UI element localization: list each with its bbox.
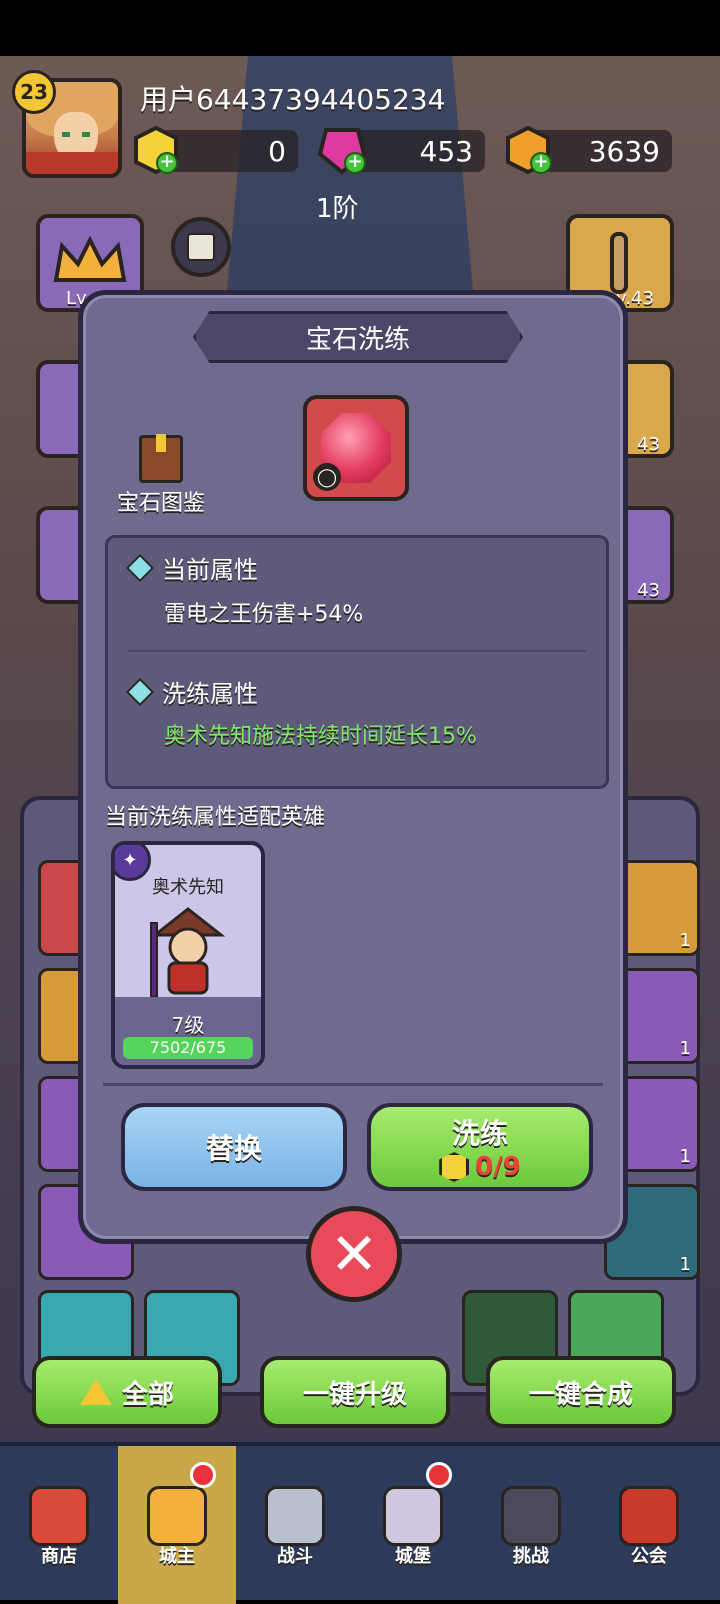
current-attribute-value: 雷电之王伤害+54% bbox=[164, 602, 364, 627]
merge-all-button[interactable]: 一键合成 bbox=[486, 1356, 676, 1428]
add-gold-button[interactable]: + bbox=[530, 152, 552, 174]
refine-attribute-title: 洗练属性 bbox=[162, 680, 258, 708]
close-button[interactable]: ✕ bbox=[306, 1206, 402, 1302]
add-coin-button[interactable]: + bbox=[156, 152, 178, 174]
inventory-count: 1 bbox=[679, 1038, 691, 1059]
nav-shop-label: 商店 bbox=[41, 1546, 77, 1567]
close-icon: ✕ bbox=[329, 1220, 379, 1288]
filter-all-button[interactable]: 全部 bbox=[32, 1356, 222, 1428]
refine-button-label: 洗练 bbox=[451, 1117, 508, 1150]
gem-codex-button[interactable]: 宝石图鉴 bbox=[111, 434, 211, 516]
nav-castle-label: 城堡 bbox=[395, 1546, 431, 1567]
dialog-title: 宝石洗练 bbox=[193, 311, 523, 363]
player-username: 用户64437394405234 bbox=[140, 83, 446, 116]
notification-dot bbox=[190, 1462, 216, 1488]
inventory-count: 1 bbox=[679, 1146, 691, 1167]
current-attribute-title: 当前属性 bbox=[162, 556, 258, 584]
guild-banner-icon bbox=[619, 1486, 679, 1546]
inventory-count: 1 bbox=[679, 930, 691, 951]
refine-cost-text: 0/9 bbox=[475, 1152, 521, 1182]
nav-battle-label: 战斗 bbox=[277, 1546, 313, 1567]
hero-level: 7级 bbox=[171, 1013, 205, 1037]
refine-attribute-value: 奥术先知施法持续时间延长15% bbox=[164, 724, 477, 749]
hero-name: 奥术先知 bbox=[152, 877, 224, 898]
refine-button[interactable]: 洗练 0/9 bbox=[367, 1103, 593, 1191]
nav-challenge-label: 挑战 bbox=[513, 1546, 549, 1567]
dialog-divider bbox=[103, 1083, 603, 1086]
stage-label: 1阶 bbox=[316, 194, 359, 224]
book-icon bbox=[139, 434, 183, 483]
filter-all-label: 全部 bbox=[121, 1379, 174, 1410]
upgrade-all-label: 一键升级 bbox=[302, 1379, 407, 1410]
triangle-icon bbox=[79, 1379, 112, 1405]
gem-refine-dialog: 宝石洗练 宝石图鉴 ◯ 当前属性 雷电之王伤害+54% 洗练属性 奥术先知施法持… bbox=[78, 290, 628, 1244]
refine-cost: 0/9 bbox=[439, 1152, 521, 1182]
merge-all-label: 一键合成 bbox=[528, 1379, 633, 1410]
nav-battle[interactable]: 战斗 bbox=[236, 1446, 354, 1604]
notification-dot bbox=[426, 1462, 452, 1488]
diamond-icon bbox=[125, 553, 155, 582]
bow-level: 43 bbox=[637, 580, 660, 601]
castle-icon bbox=[383, 1486, 443, 1546]
scroll-icon[interactable] bbox=[170, 216, 232, 278]
attribute-divider bbox=[128, 650, 586, 652]
shop-icon bbox=[29, 1486, 89, 1546]
gem-codex-label: 宝石图鉴 bbox=[116, 491, 205, 516]
fit-hero-label: 当前洗练属性适配英雄 bbox=[105, 805, 326, 830]
bottom-navigation: 商店 城主 战斗 城堡 挑战 公会 bbox=[0, 1442, 720, 1604]
nav-shop[interactable]: 商店 bbox=[0, 1446, 118, 1604]
nav-lord[interactable]: 城主 bbox=[118, 1446, 236, 1604]
nav-guild[interactable]: 公会 bbox=[590, 1446, 708, 1604]
nav-challenge[interactable]: 挑战 bbox=[472, 1446, 590, 1604]
diamond-icon bbox=[125, 677, 155, 706]
nav-castle[interactable]: 城堡 bbox=[354, 1446, 472, 1604]
hero-card[interactable]: ✦ 奥术先知 7级 7502/675 bbox=[111, 841, 265, 1069]
player-level-badge: 23 bbox=[12, 70, 56, 114]
hero-progress-bar: 7502/675 bbox=[123, 1037, 253, 1059]
attribute-panel: 当前属性 雷电之王伤害+54% 洗练属性 奥术先知施法持续时间延长15% bbox=[105, 535, 609, 789]
add-gem-button[interactable]: + bbox=[344, 152, 366, 174]
demon-helmet-icon bbox=[501, 1486, 561, 1546]
replace-button-label: 替换 bbox=[205, 1132, 262, 1165]
current-attribute-header: 当前属性 bbox=[125, 550, 258, 585]
hero-progress-text: 7502/675 bbox=[149, 1038, 227, 1057]
nav-lord-label: 城主 bbox=[159, 1546, 195, 1567]
replace-button[interactable]: 替换 bbox=[121, 1103, 347, 1191]
refine-attribute-header: 洗练属性 bbox=[125, 674, 258, 709]
selected-gem-slot[interactable]: ◯ bbox=[303, 395, 409, 501]
ring-icon: ◯ bbox=[313, 463, 341, 491]
crossed-swords-icon bbox=[265, 1486, 325, 1546]
lord-crown-icon bbox=[147, 1486, 207, 1546]
hero-portrait bbox=[150, 907, 226, 998]
nav-guild-label: 公会 bbox=[631, 1546, 667, 1567]
inventory-count: 1 bbox=[679, 1254, 691, 1275]
coin-icon bbox=[439, 1152, 470, 1182]
upgrade-all-button[interactable]: 一键升级 bbox=[260, 1356, 450, 1428]
hat-level: 43 bbox=[637, 434, 660, 455]
